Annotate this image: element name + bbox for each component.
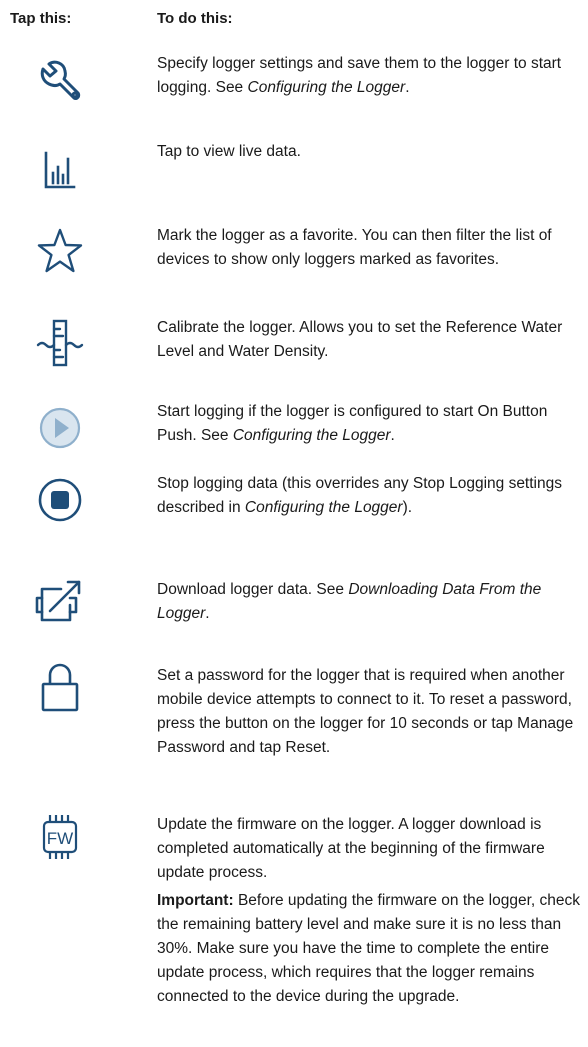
firmware-icon[interactable]: FW: [30, 812, 90, 862]
row-description: Mark the logger as a favorite. You can t…: [157, 227, 552, 268]
wrench-icon[interactable]: [30, 55, 90, 105]
header-tap: Tap this:: [10, 10, 72, 27]
row-description: Stop logging data (this overrides any St…: [157, 475, 562, 516]
download-icon[interactable]: [30, 578, 90, 628]
row-description: Update the firmware on the logger. A log…: [157, 816, 545, 881]
row-description: Tap to view live data.: [157, 143, 301, 160]
play-icon[interactable]: [30, 403, 90, 453]
star-icon[interactable]: [30, 226, 90, 276]
water-level-gauge-icon[interactable]: [30, 318, 90, 368]
row-description: Start logging if the logger is configure…: [157, 403, 548, 444]
row-description: Download logger data. See Downloading Da…: [157, 581, 542, 622]
row-description: Calibrate the logger. Allows you to set …: [157, 319, 563, 360]
header-to-do: To do this:: [157, 10, 233, 27]
row-description: Specify logger settings and save them to…: [157, 55, 562, 96]
lock-icon[interactable]: [30, 662, 90, 712]
row-description: Set a password for the logger that is re…: [157, 667, 574, 756]
stop-icon[interactable]: [30, 475, 90, 525]
firmware-icon-label: FW: [47, 829, 73, 848]
important-note: Important: Before updating the firmware …: [157, 892, 581, 1005]
bar-chart-icon[interactable]: [30, 143, 90, 193]
